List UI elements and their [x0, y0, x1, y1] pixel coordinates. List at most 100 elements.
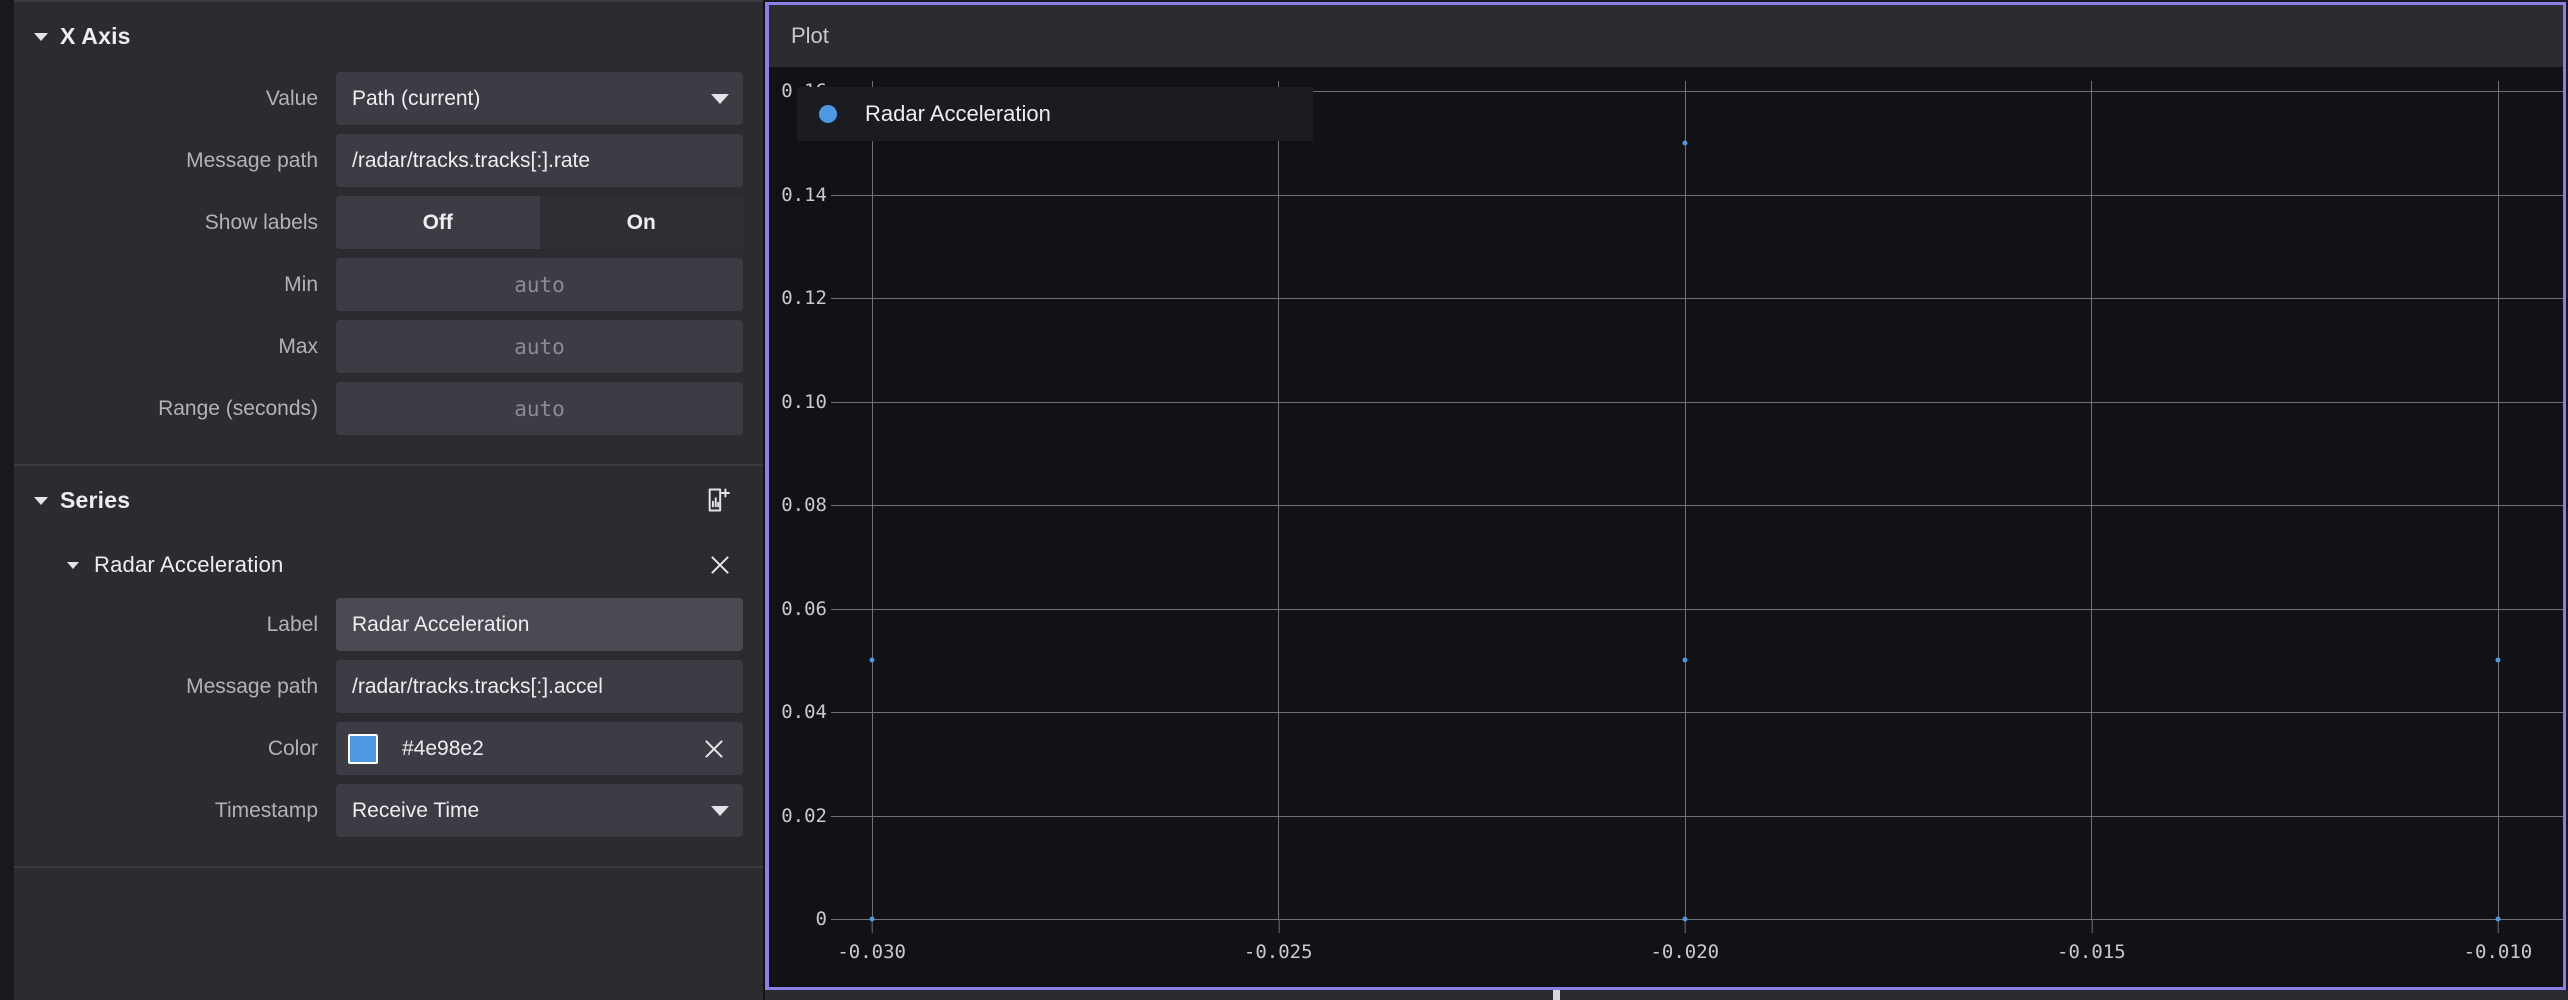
- color-swatch[interactable]: [348, 734, 378, 764]
- series-label-input[interactable]: Radar Acceleration: [336, 598, 743, 651]
- close-x-icon[interactable]: [703, 548, 737, 582]
- add-series-chart-icon[interactable]: [701, 482, 737, 518]
- color-hex-value: #4e98e2: [402, 737, 697, 761]
- chart-data-point: [1682, 917, 1687, 922]
- gridline-horizontal: [831, 195, 2563, 196]
- gridline-vertical: [2498, 81, 2499, 919]
- series-timestamp-select[interactable]: Receive Time: [336, 784, 743, 837]
- legend-item[interactable]: Radar Acceleration: [797, 87, 1227, 141]
- field-row-series-label: Label Radar Acceleration: [14, 596, 763, 653]
- show-labels-option-on[interactable]: On: [540, 196, 744, 249]
- x-axis-tick-label: -0.030: [837, 919, 906, 963]
- field-label-range-seconds: Range (seconds): [14, 397, 336, 421]
- field-row-value: Value Path (current): [14, 70, 763, 127]
- gridline-horizontal: [831, 609, 2563, 610]
- section-title-series: Series: [60, 487, 701, 514]
- chart-data-point: [2495, 658, 2500, 663]
- x-axis-tick-label: -0.010: [2464, 919, 2533, 963]
- caret-down-icon[interactable]: [30, 25, 52, 47]
- settings-empty-space: [14, 868, 763, 890]
- field-label-show-labels: Show labels: [14, 211, 336, 235]
- bottom-strip: [765, 990, 2568, 1000]
- caret-down-icon[interactable]: [64, 555, 84, 575]
- settings-content: X Axis Value Path (current) Message path…: [14, 0, 763, 1000]
- field-label-x-message-path: Message path: [14, 149, 336, 173]
- chart-data-point: [1682, 141, 1687, 146]
- gridline-horizontal: [831, 298, 2563, 299]
- field-row-min: Min auto: [14, 256, 763, 313]
- y-axis-tick-label: 0.04: [781, 701, 831, 723]
- field-row-range-seconds: Range (seconds) auto: [14, 380, 763, 437]
- x-axis-tick-label: -0.015: [2057, 919, 2126, 963]
- gridline-horizontal: [831, 402, 2563, 403]
- plot-title: Plot: [791, 23, 829, 49]
- field-row-series-message-path: Message path /radar/tracks.tracks[:].acc…: [14, 658, 763, 715]
- y-axis-tick-label: 0.08: [781, 494, 831, 516]
- settings-sidebar: X Axis Value Path (current) Message path…: [0, 0, 765, 1000]
- section-header-series[interactable]: Series: [14, 466, 763, 534]
- x-axis-max-input[interactable]: auto: [336, 320, 743, 373]
- x-axis-value-selected: Path (current): [352, 87, 701, 111]
- plot-body[interactable]: 00.020.040.060.080.100.120.140.16-0.030-…: [769, 67, 2563, 987]
- field-label-series-label: Label: [14, 613, 336, 637]
- field-row-series-color: Color #4e98e2: [14, 720, 763, 777]
- chart-data-point: [869, 658, 874, 663]
- plot-frame: Plot 00.020.040.060.080.100.120.140.16-0…: [765, 2, 2566, 990]
- field-label-series-timestamp: Timestamp: [14, 799, 336, 823]
- field-label-series-message-path: Message path: [14, 675, 336, 699]
- gridline-horizontal: [831, 816, 2563, 817]
- y-axis-tick-label: 0.06: [781, 598, 831, 620]
- show-labels-option-off[interactable]: Off: [336, 196, 540, 249]
- section-x-axis: X Axis Value Path (current) Message path…: [14, 2, 763, 466]
- gridline-horizontal: [831, 712, 2563, 713]
- section-header-x-axis[interactable]: X Axis: [14, 2, 763, 70]
- series-timestamp-selected: Receive Time: [352, 799, 701, 823]
- field-label-value: Value: [14, 87, 336, 111]
- plot-toolbar[interactable]: Plot: [769, 5, 2563, 67]
- field-row-x-message-path: Message path /radar/tracks.tracks[:].rat…: [14, 132, 763, 189]
- x-axis-tick-label: -0.020: [1650, 919, 1719, 963]
- field-row-max: Max auto: [14, 318, 763, 375]
- section-title-x-axis: X Axis: [60, 23, 737, 50]
- series-color-control[interactable]: #4e98e2: [336, 722, 743, 775]
- gridline-vertical: [1685, 81, 1686, 919]
- chart-data-point: [1682, 658, 1687, 663]
- field-row-series-timestamp: Timestamp Receive Time: [14, 782, 763, 839]
- clear-color-x-icon[interactable]: [697, 732, 731, 766]
- chart-plot-area[interactable]: 00.020.040.060.080.100.120.140.16-0.030-…: [831, 81, 2563, 919]
- gridline-horizontal: [831, 505, 2563, 506]
- gridline-vertical: [872, 81, 873, 919]
- y-axis-tick-label: 0.02: [781, 805, 831, 827]
- gridline-vertical: [2091, 81, 2092, 919]
- chart-data-point: [869, 917, 874, 922]
- series-item-title: Radar Acceleration: [94, 552, 703, 578]
- bottom-drag-handle[interactable]: [1553, 990, 1560, 1000]
- field-label-min: Min: [14, 273, 336, 297]
- y-axis-tick-label: 0: [816, 908, 831, 930]
- y-axis-tick-label: 0.12: [781, 287, 831, 309]
- field-label-max: Max: [14, 335, 336, 359]
- legend-color-dot: [819, 105, 837, 123]
- series-item-header[interactable]: Radar Acceleration: [14, 534, 763, 596]
- x-axis-range-seconds-input[interactable]: auto: [336, 382, 743, 435]
- series-item: Radar Acceleration Label Radar Accelerat…: [14, 534, 763, 839]
- chart-data-point: [2495, 917, 2500, 922]
- legend-label: Radar Acceleration: [865, 101, 1051, 127]
- gridline-vertical: [1278, 81, 1279, 919]
- x-axis-min-input[interactable]: auto: [336, 258, 743, 311]
- series-message-path-input[interactable]: /radar/tracks.tracks[:].accel: [336, 660, 743, 713]
- caret-down-icon[interactable]: [30, 489, 52, 511]
- legend-value-cell[interactable]: [1227, 87, 1313, 141]
- y-axis-tick-label: 0.14: [781, 184, 831, 206]
- y-axis-tick-label: 0.10: [781, 391, 831, 413]
- x-axis-tick-label: -0.025: [1244, 919, 1313, 963]
- chevron-down-icon: [711, 806, 729, 816]
- field-row-show-labels: Show labels Off On: [14, 194, 763, 251]
- app-root: X Axis Value Path (current) Message path…: [0, 0, 2568, 1000]
- x-axis-message-path-input[interactable]: /radar/tracks.tracks[:].rate: [336, 134, 743, 187]
- plot-panel: Plot 00.020.040.060.080.100.120.140.16-0…: [765, 0, 2568, 1000]
- section-series: Series: [14, 466, 763, 868]
- chevron-down-icon: [711, 94, 729, 104]
- x-axis-value-select[interactable]: Path (current): [336, 72, 743, 125]
- show-labels-toggle-group: Off On: [336, 196, 743, 249]
